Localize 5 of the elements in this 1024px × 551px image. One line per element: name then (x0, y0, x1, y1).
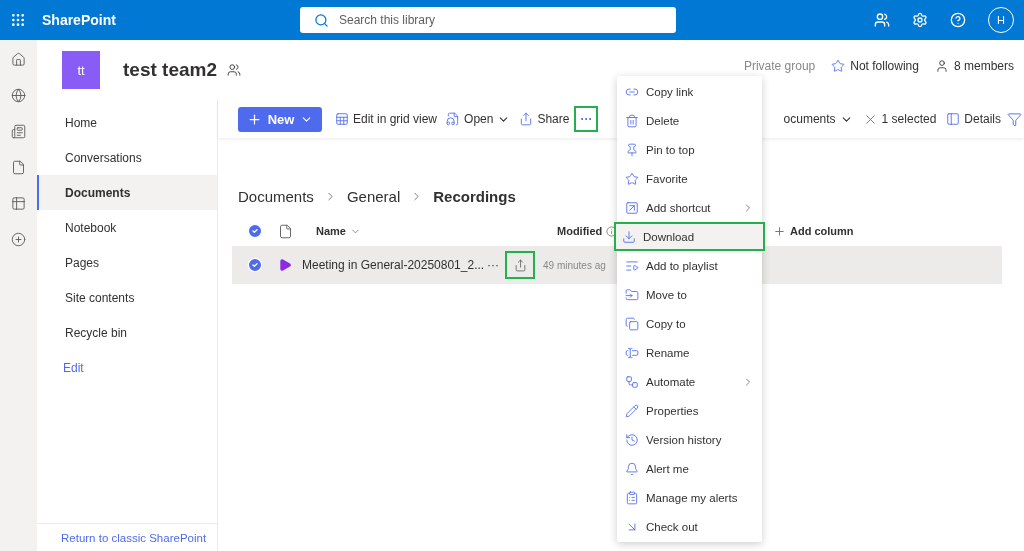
site-title: test team2 (123, 59, 217, 81)
modified-cell: 49 minutes ag (543, 259, 606, 271)
privacy-label: Private group (743, 59, 816, 73)
site-logo: tt (62, 51, 100, 89)
app-name: SharePoint (42, 12, 117, 28)
